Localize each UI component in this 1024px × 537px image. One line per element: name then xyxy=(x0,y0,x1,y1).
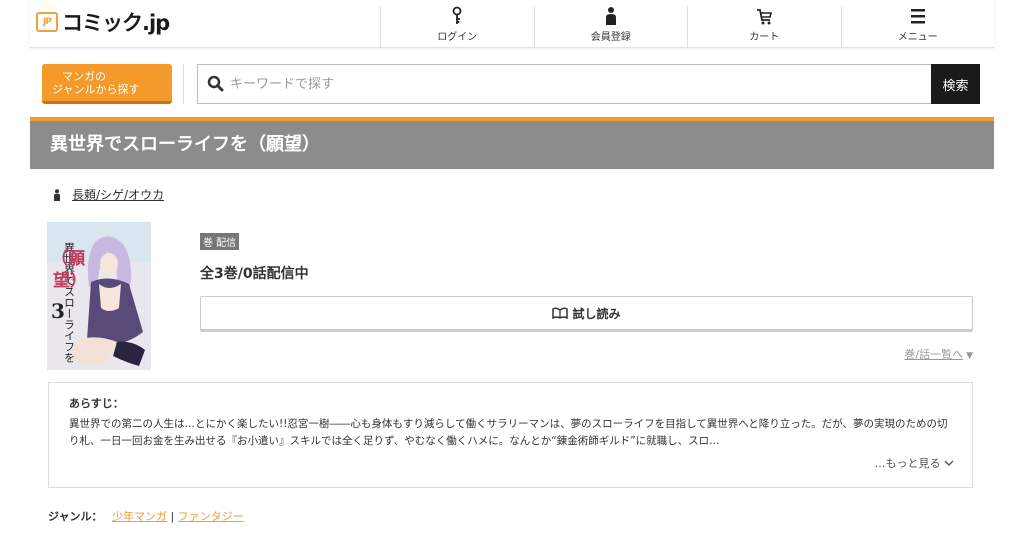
author-row: 長頼/シゲ/オウカ xyxy=(52,186,164,203)
cover-subtitle-2: 望） xyxy=(53,270,87,291)
genre-link-fantasy[interactable]: ファンタジー xyxy=(178,510,244,523)
site-logo[interactable]: JP コミック.jp xyxy=(36,8,170,36)
synopsis-box: あらすじ： 異世界での第二の人生は…とにかく楽したい!!忍宮一樹――心も身体もす… xyxy=(48,382,973,488)
trial-read-button[interactable]: 試し読み xyxy=(200,296,973,330)
search-icon xyxy=(207,75,224,92)
volume-list-label: 巻/話一覧へ xyxy=(904,348,964,361)
logo-text: コミック.jp xyxy=(62,11,170,35)
distribution-badge: 巻 配信 xyxy=(200,233,240,250)
nav-menu[interactable]: メニュー xyxy=(840,6,995,48)
nav-register[interactable]: 会員登録 xyxy=(533,6,688,48)
volume-count: 全3巻/0話配信中 xyxy=(200,266,309,282)
synopsis-text: 異世界での第二の人生は…とにかく楽したい!!忍宮一樹――心も身体もすり減らして働… xyxy=(69,418,948,447)
key-icon xyxy=(452,6,462,24)
nav-register-label: 会員登録 xyxy=(590,32,631,43)
nav-menu-label: メニュー xyxy=(897,32,938,43)
show-more-label: …もっと見る xyxy=(874,457,941,470)
genre-button-line1: マンガの xyxy=(62,70,106,83)
trial-read-label: 試し読み xyxy=(572,306,621,321)
cover-image: 異世界でスローライフを （願 望） 3 xyxy=(47,222,151,370)
person-icon xyxy=(54,188,60,201)
nav-cart-label: カート xyxy=(749,32,780,43)
nav-cart[interactable]: カート xyxy=(687,6,841,48)
divider xyxy=(183,64,184,104)
book-open-icon xyxy=(552,307,569,319)
show-more-link[interactable]: …もっと見る xyxy=(875,455,955,471)
page-title: 異世界でスローライフを（願望） xyxy=(50,134,320,155)
nav-login-label: ログイン xyxy=(437,32,478,43)
search-input[interactable] xyxy=(226,65,931,103)
site-header: JP コミック.jp ログイン 会員登録 カート メニュー xyxy=(30,0,994,48)
title-bar: 異世界でスローライフを（願望） xyxy=(30,117,994,169)
logo-badge: JP xyxy=(36,12,58,32)
nav-login[interactable]: ログイン xyxy=(380,6,534,48)
person-icon xyxy=(605,7,616,25)
genre-link-shonen[interactable]: 少年マンガ xyxy=(112,510,167,523)
cart-icon xyxy=(757,9,773,25)
genre-row: ジャンル： 少年マンガ | ファンタジー xyxy=(48,508,244,524)
caret-down-icon: ▼ xyxy=(966,351,973,361)
synopsis-heading: あらすじ： xyxy=(69,397,124,410)
author-link[interactable]: 長頼/シゲ/オウカ xyxy=(72,186,164,203)
volume-list-link[interactable]: 巻/話一覧へ ▼ xyxy=(904,346,973,362)
genre-search-button[interactable]: マンガの ジャンルから探す xyxy=(42,64,172,104)
search-bar: 検索 xyxy=(197,64,980,104)
search-button[interactable]: 検索 xyxy=(931,64,980,104)
cover-subtitle-1: （願 xyxy=(51,248,86,269)
menu-icon xyxy=(910,9,925,24)
genre-separator: | xyxy=(170,510,175,523)
chevron-down-icon xyxy=(944,460,954,466)
genre-label: ジャンル： xyxy=(48,510,103,523)
genre-button-line2: ジャンルから探す xyxy=(52,83,140,96)
book-cover[interactable]: 異世界でスローライフを （願 望） 3 xyxy=(47,222,151,370)
cover-volume: 3 xyxy=(51,299,65,323)
header-nav: ログイン 会員登録 カート メニュー xyxy=(380,0,994,48)
